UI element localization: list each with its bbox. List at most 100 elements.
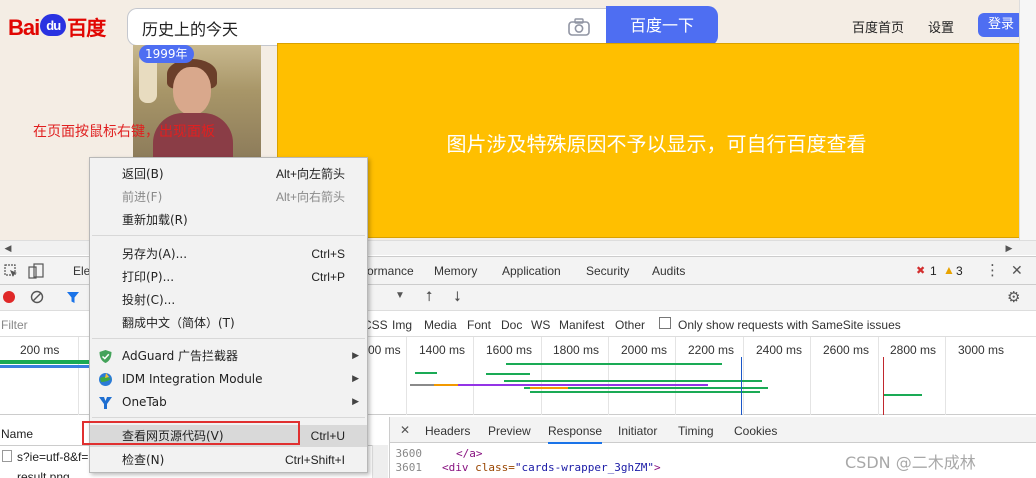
code-value: "cards-wrapper_3ghZM"	[514, 461, 654, 474]
device-toolbar-icon[interactable]	[28, 263, 44, 279]
filter-media[interactable]: Media	[424, 318, 457, 332]
code-line: 3601 <div class="cards-wrapper_3ghZM">	[390, 461, 661, 474]
load-event-marker	[883, 357, 884, 415]
filter-ws[interactable]: WS	[531, 318, 550, 332]
menu-shortcut: Ctrl+P	[311, 270, 345, 284]
filter-font[interactable]: Font	[467, 318, 491, 332]
tab-performance[interactable]: ormance	[367, 264, 414, 278]
filter-doc[interactable]: Doc	[501, 318, 522, 332]
throttle-dropdown-icon[interactable]: ▼	[395, 290, 405, 301]
menu-back[interactable]: 返回(B) Alt+向左箭头	[90, 163, 367, 185]
paw-icon: du	[40, 14, 67, 36]
waterfall-bar	[0, 360, 90, 364]
tab-initiator[interactable]: Initiator	[618, 424, 657, 438]
tick-line	[608, 337, 609, 415]
tick-label: 2200 ms	[688, 343, 735, 357]
close-detail-icon[interactable]: ✕	[400, 423, 410, 437]
scroll-left-icon[interactable]: ◀	[3, 243, 13, 253]
tab-audits[interactable]: Audits	[652, 264, 685, 278]
logo-text-cn: 百度	[67, 18, 106, 40]
highlight-annotation-box	[82, 421, 300, 445]
code-text: </a>	[456, 447, 483, 460]
warning-icon[interactable]: ▲	[943, 263, 955, 277]
menu-label: 打印(P)...	[122, 270, 175, 284]
tick-label: 1600 ms	[486, 343, 533, 357]
filter-img[interactable]: Img	[392, 318, 412, 332]
filter-other[interactable]: Other	[615, 318, 645, 332]
tab-headers[interactable]: Headers	[425, 424, 470, 438]
tab-response[interactable]: Response	[548, 424, 603, 444]
menu-label: OneTab	[122, 395, 167, 409]
menu-inspect[interactable]: 检查(N) Ctrl+Shift+I	[90, 449, 367, 471]
tick-line	[78, 337, 79, 415]
request-row[interactable]: result.png	[17, 470, 70, 478]
export-har-icon[interactable]: ⭣	[454, 288, 461, 305]
record-icon[interactable]	[3, 291, 15, 303]
menu-label: 投射(C)...	[122, 293, 176, 307]
import-har-icon[interactable]: ⭡	[426, 288, 433, 305]
close-devtools-icon[interactable]: ✕	[1011, 262, 1023, 279]
search-box[interactable]	[127, 8, 607, 46]
document-icon	[2, 450, 12, 462]
waterfall-bar	[504, 380, 762, 382]
tab-memory[interactable]: Memory	[434, 264, 477, 278]
tick-label: 00 ms	[368, 343, 401, 357]
camera-icon[interactable]	[568, 18, 590, 36]
menu-translate[interactable]: 翻成中文（简体）(T)	[90, 312, 367, 334]
menu-forward[interactable]: 前进(F) Alt+向右箭头	[90, 186, 367, 208]
name-column-header[interactable]: Name	[1, 427, 33, 441]
baidu-home-link[interactable]: 百度首页	[852, 17, 904, 36]
tick-label: 2000 ms	[621, 343, 668, 357]
tab-elements[interactable]: Ele	[73, 264, 90, 278]
menu-label: 前进(F)	[122, 190, 163, 204]
request-list-scrollbar[interactable]	[372, 445, 388, 478]
tick-label: 3000 ms	[958, 343, 1005, 357]
menu-shortcut: Ctrl+S	[311, 247, 345, 261]
menu-print[interactable]: 打印(P)... Ctrl+P	[90, 266, 367, 288]
filter-icon[interactable]	[66, 291, 80, 304]
search-button[interactable]: 百度一下	[606, 6, 718, 46]
onetab-funnel-icon	[99, 397, 112, 409]
more-options-icon[interactable]: ⋮	[985, 261, 1000, 279]
menu-onetab[interactable]: OneTab ▶	[90, 391, 367, 413]
tab-timing[interactable]: Timing	[678, 424, 714, 438]
baidu-logo[interactable]: Bai du 百度	[8, 12, 106, 42]
tick-label: 2600 ms	[823, 343, 870, 357]
request-row[interactable]: s?ie=utf-8&f=	[17, 450, 88, 464]
tab-security[interactable]: Security	[586, 264, 629, 278]
tick-line	[473, 337, 474, 415]
error-count: 1	[930, 264, 937, 278]
waterfall-bar	[530, 387, 568, 389]
photo-face	[173, 67, 211, 115]
code-tag-end: >	[653, 461, 661, 474]
waterfall-bar	[884, 394, 922, 396]
search-input[interactable]	[142, 18, 542, 37]
tab-cookies[interactable]: Cookies	[734, 424, 777, 438]
menu-adguard[interactable]: AdGuard 广告拦截器 ▶	[90, 345, 367, 367]
clear-icon[interactable]	[30, 290, 44, 304]
filter-manifest[interactable]: Manifest	[559, 318, 604, 332]
scroll-right-icon[interactable]: ▶	[1004, 243, 1014, 253]
vertical-scrollbar[interactable]	[1019, 0, 1036, 240]
menu-idm[interactable]: IDM Integration Module ▶	[90, 368, 367, 390]
login-button[interactable]: 登录	[978, 13, 1024, 37]
tab-application[interactable]: Application	[502, 264, 561, 278]
menu-label: IDM Integration Module	[122, 372, 263, 386]
menu-cast[interactable]: 投射(C)...	[90, 289, 367, 311]
samesite-checkbox[interactable]	[659, 317, 671, 329]
tick-label: 2400 ms	[756, 343, 803, 357]
waterfall-bar	[486, 373, 530, 375]
settings-link[interactable]: 设置	[928, 17, 954, 36]
tick-line	[743, 337, 744, 415]
menu-reload[interactable]: 重新加载(R)	[90, 209, 367, 231]
menu-save-as[interactable]: 另存为(A)... Ctrl+S	[90, 243, 367, 265]
filter-input[interactable]: Filter	[1, 318, 28, 332]
domcontentloaded-marker	[741, 357, 742, 415]
tick-line	[541, 337, 542, 415]
menu-label: 另存为(A)...	[122, 247, 188, 261]
tab-preview[interactable]: Preview	[488, 424, 531, 438]
inspect-element-icon[interactable]	[4, 264, 18, 278]
menu-label: 检查(N)	[122, 453, 165, 467]
error-icon[interactable]: ✖	[916, 264, 925, 277]
network-settings-icon[interactable]: ⚙	[1007, 288, 1020, 306]
